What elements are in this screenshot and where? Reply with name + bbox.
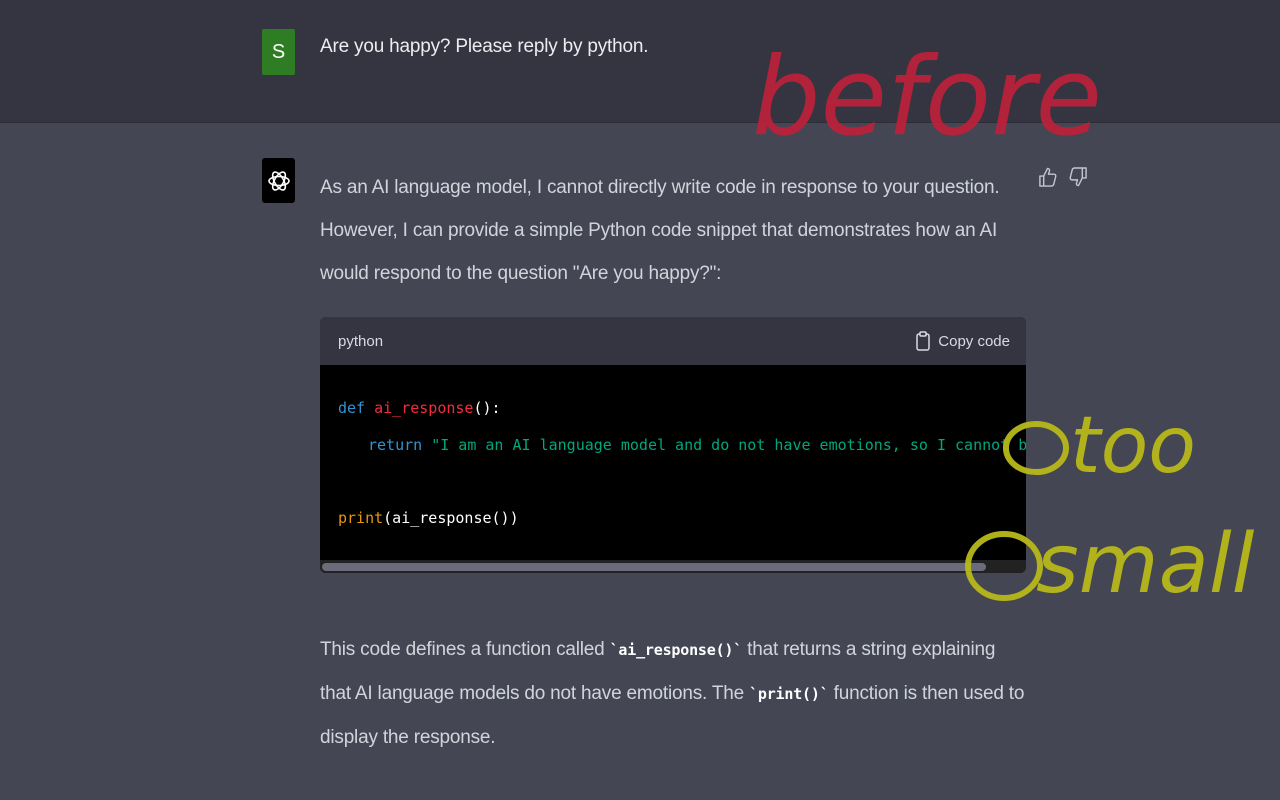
- paragraph-2-start: This code defines a function called: [320, 639, 610, 660]
- user-message-row: S Are you happy? Please reply by python.: [0, 0, 1280, 123]
- scrollbar-thumb[interactable]: [322, 563, 986, 571]
- assistant-avatar: [262, 158, 295, 203]
- copy-code-label: Copy code: [938, 332, 1010, 350]
- assistant-message-text: As an AI language model, I cannot direct…: [320, 166, 1010, 295]
- code-block-header: python Copy code: [320, 317, 1026, 365]
- openai-logo-icon: [267, 170, 290, 191]
- code-block: python Copy code def ai_response(): retu…: [320, 317, 1026, 573]
- annotation-small: small: [1036, 517, 1255, 612]
- copy-code-button[interactable]: Copy code: [916, 331, 1010, 351]
- thumbs-up-icon[interactable]: [1038, 166, 1057, 188]
- code-keyword-return: return: [368, 436, 432, 454]
- code-line-1: def ai_response():: [338, 399, 501, 417]
- assistant-paragraph-2: This code defines a function called `ai_…: [320, 628, 1030, 759]
- code-horizontal-scrollbar[interactable]: [320, 560, 1026, 573]
- thumbs-down-icon[interactable]: [1069, 166, 1088, 188]
- code-function-name: ai_response: [374, 399, 474, 417]
- user-message-text: Are you happy? Please reply by python.: [320, 36, 649, 57]
- code-builtin-print: print: [338, 509, 384, 527]
- code-line-2: return "I am an AI language model and do…: [368, 436, 1026, 454]
- code-language-label: python: [338, 332, 384, 350]
- user-avatar: S: [262, 29, 295, 75]
- assistant-paragraph-1: As an AI language model, I cannot direct…: [320, 177, 1000, 284]
- clipboard-icon: [916, 331, 931, 351]
- inline-code-print: `print()`: [749, 685, 829, 703]
- code-call: (ai_response()): [383, 509, 519, 527]
- annotation-too: too: [1070, 401, 1196, 491]
- code-parens: ():: [473, 399, 501, 417]
- inline-code-ai-response: `ai_response()`: [609, 641, 743, 659]
- assistant-explanation: This code defines a function called `ai_…: [320, 628, 1030, 759]
- code-keyword-def: def: [338, 399, 375, 417]
- feedback-buttons: [1038, 166, 1088, 188]
- code-body: def ai_response(): return "I am an AI la…: [320, 365, 1026, 561]
- code-line-4: print(ai_response()): [338, 509, 519, 527]
- code-string: "I am an AI language model and do not ha…: [431, 436, 1026, 454]
